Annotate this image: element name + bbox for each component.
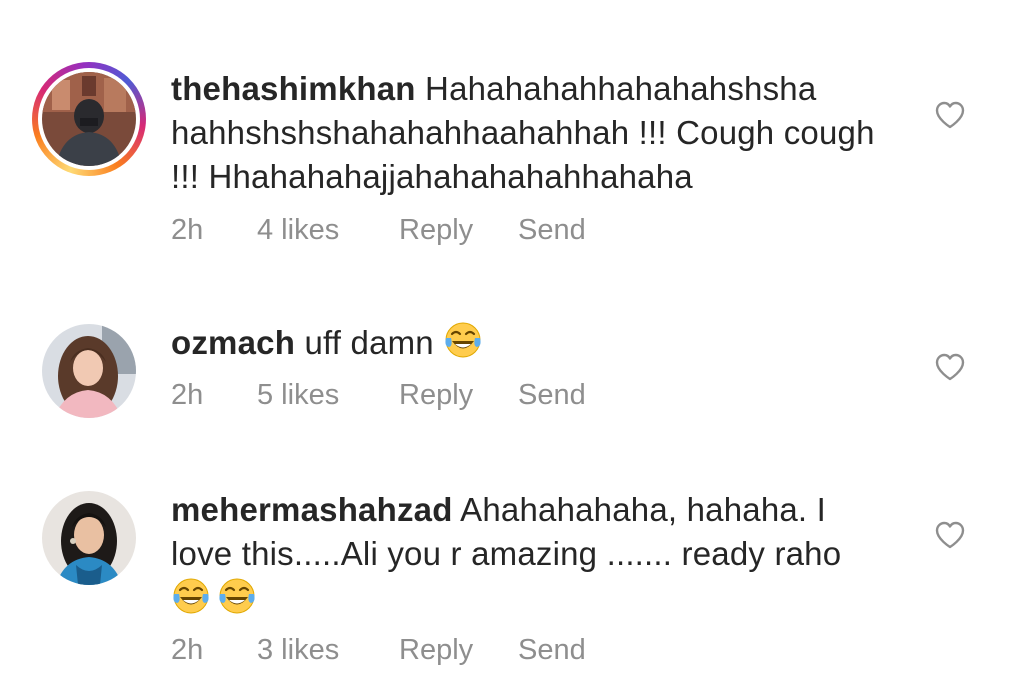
comment-time: 2h [171,379,204,411]
comment-meta: 2h 5 likes Reply Send [171,379,586,412]
comment-likes[interactable]: 3 likes [257,634,399,667]
reply-button[interactable]: Reply [399,214,518,247]
comment-text: ozmach uff damn [171,320,891,365]
face-with-tears-of-joy-icon [217,576,257,616]
comment-meta: 2h 4 likes Reply Send [171,214,586,247]
send-button[interactable]: Send [518,634,586,667]
avatar[interactable] [42,324,136,418]
reply-button[interactable]: Reply [399,634,518,667]
reply-button[interactable]: Reply [399,379,518,412]
avatar[interactable] [42,491,136,585]
comment-username[interactable]: ozmach [171,324,295,361]
heart-outline-icon[interactable] [934,352,966,382]
comment-meta: 2h 3 likes Reply Send [171,634,586,667]
avatar-story-ring[interactable] [32,62,146,176]
avatar[interactable] [42,72,136,166]
heart-outline-icon[interactable] [934,100,966,130]
send-button[interactable]: Send [518,214,586,247]
comment-body: uff damn [304,324,434,361]
comment-username[interactable]: mehermashahzad [171,491,453,528]
face-with-tears-of-joy-icon [171,576,211,616]
comment-text: mehermashahzad Ahahahahaha, hahaha. I lo… [171,488,891,621]
comment-time: 2h [171,214,204,246]
comment-time: 2h [171,634,204,666]
comment-text: thehashimkhan Hahahahahhahahahshsha hahh… [171,67,891,199]
send-button[interactable]: Send [518,379,586,412]
heart-outline-icon[interactable] [934,520,966,550]
face-with-tears-of-joy-icon [443,320,483,360]
comment-likes[interactable]: 5 likes [257,379,399,412]
comment-username[interactable]: thehashimkhan [171,70,416,107]
comment-likes[interactable]: 4 likes [257,214,399,247]
